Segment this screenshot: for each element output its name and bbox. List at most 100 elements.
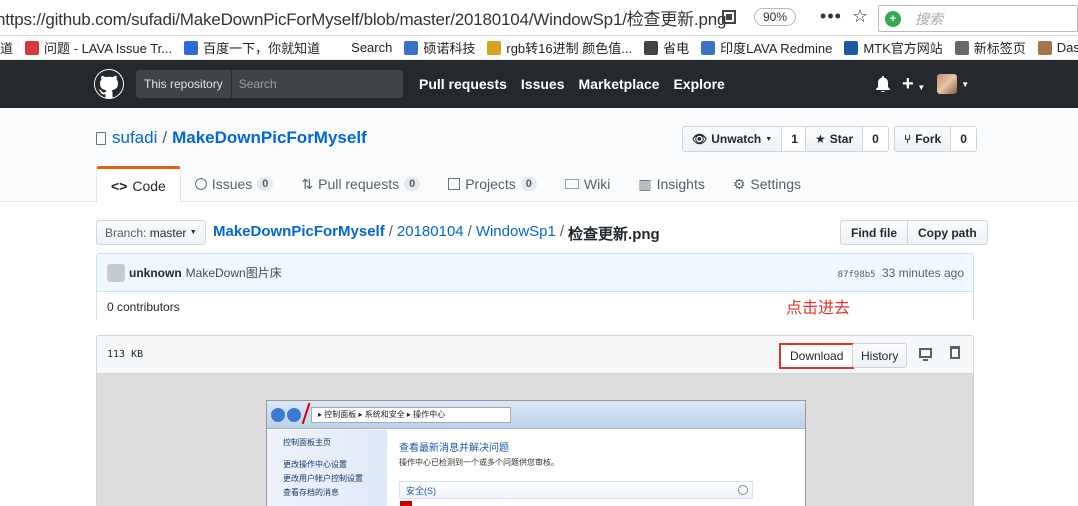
annotation-text: 点击进去 [786,300,851,317]
bookmark-favicon-icon [487,40,502,55]
star-group: ★ Star 0 [805,126,889,152]
nav-explore[interactable]: Explore [673,76,724,92]
embedded-section: 安全(S) [399,481,753,499]
pr-counter: 0 [404,177,421,191]
header-user-actions: + ▼ ▼ [876,74,969,94]
unwatch-button[interactable]: 👁 Unwatch ▼ [682,126,783,152]
repo-name-link[interactable]: MakeDownPicForMyself [172,128,367,148]
fork-button[interactable]: ⑂ Fork [894,126,952,152]
bell-icon[interactable] [876,76,890,92]
search-engine-icon: + [885,10,901,27]
github-logo-icon[interactable] [94,69,124,99]
star-count[interactable]: 0 [863,126,889,152]
bookmark-item[interactable]: 硕诺科技 [404,38,475,57]
zoom-level[interactable]: 90% [754,7,797,26]
code-icon: <> [111,177,128,194]
bookmark-item[interactable]: 印度LAVA Redmine [701,38,832,57]
bookmark-item[interactable]: rgb转16进制 颜色值... [487,38,632,57]
more-actions-icon[interactable]: ••• [820,6,842,27]
tab-settings[interactable]: ⚙ Settings [719,166,815,202]
bookmark-item[interactable]: Dashbo [1037,40,1078,55]
find-file-button[interactable]: Find file [840,220,908,245]
trash-icon[interactable] [950,346,960,359]
file-size: 113 KB [107,349,144,360]
file-header: 113 KB Download History [97,336,973,374]
star-icon: ★ [815,132,826,146]
repo-header: sufadi / MakeDownPicForMyself 👁 Unwatch ▼ … [0,108,1078,203]
bookmark-favicon-icon [644,40,659,55]
bookmark-item[interactable]: 省电 [644,38,689,57]
project-icon [448,178,461,190]
breadcrumb-folder-2[interactable]: WindowSp1 [476,223,556,244]
bookmark-favicon-icon [25,40,40,55]
repo-tabs: <> Code Issues 0 ⇅ Pull requests 0 Projects 0… [96,166,815,203]
create-new-icon[interactable]: + ▼ [902,74,925,94]
bookmark-item[interactable]: 新标签页 [954,38,1026,57]
bookmark-star-icon[interactable]: ☆ [852,6,868,27]
embedded-heading: 查看最新消息并解决问题 [399,443,509,454]
bookmark-item[interactable]: 道 [0,38,13,57]
history-button[interactable]: History [852,343,908,368]
bookmark-item[interactable]: Search [332,40,392,55]
nav-issues[interactable]: Issues [521,76,565,92]
tab-projects[interactable]: Projects 0 [434,166,551,202]
commit-message[interactable]: MakeDown图片床 [186,264,282,281]
projects-counter: 0 [520,177,537,191]
branch-selector[interactable]: Branch: master ▼ [96,220,206,245]
breadcrumb-folder-1[interactable]: 20180104 [397,223,464,244]
bookmark-item[interactable]: 百度一下，你就知道 [184,38,320,57]
tab-insights[interactable]: ▥ Insights [624,166,718,202]
bookmark-favicon-icon [844,40,859,55]
star-button[interactable]: ★ Star [805,126,864,152]
issues-counter: 0 [257,177,274,191]
commit-sha[interactable]: 87f98b5 [838,270,876,280]
qr-code-icon[interactable] [722,9,736,24]
breadcrumb-repo[interactable]: MakeDownPicForMyself [213,223,385,244]
commit-time: 33 minutes ago [881,266,964,280]
embedded-subtext: 操作中心已检测到一个或多个问题供您审核。 [399,458,559,467]
github-header: This repository Search Pull requests Iss… [0,60,1078,108]
pull-request-icon: ⇅ [301,175,314,192]
download-button[interactable]: Download [779,343,855,369]
fork-count[interactable]: 0 [951,126,977,152]
image-preview-area: ▸ 控制面板 ▸ 系统和安全 ▸ 操作中心 控制面板主页 更改操作中心设置 更改… [97,374,973,506]
scope-badge: This repository [136,70,232,98]
gear-icon: ⚙ [732,175,746,192]
book-icon [564,179,579,189]
bookmark-favicon-icon [701,40,716,55]
commit-author[interactable]: unknown [129,266,182,280]
breadcrumb-file: 检查更新.png [568,226,660,243]
fork-icon: ⑂ [904,132,912,146]
embedded-red-block [400,501,412,506]
bookmark-favicon-icon [404,40,419,55]
issue-icon [194,178,207,190]
bookmark-favicon-icon [184,40,199,55]
commit-avatar[interactable] [107,263,125,282]
tab-wiki[interactable]: Wiki [551,166,624,202]
watch-group: 👁 Unwatch ▼ 1 [682,126,808,152]
url-field[interactable]: https://github.com/sufadi/MakeDownPicFor… [0,5,726,30]
header-search[interactable]: This repository Search [136,70,403,98]
back-arrow-icon [271,407,285,422]
embedded-screenshot: ▸ 控制面板 ▸ 系统和安全 ▸ 操作中心 控制面板主页 更改操作中心设置 更改… [266,400,806,506]
file-nav-buttons: Find file Copy path [840,220,988,245]
repo-book-icon [96,131,106,145]
tab-pull-requests[interactable]: ⇅ Pull requests 0 [287,166,434,202]
tab-issues[interactable]: Issues 0 [181,166,288,202]
forward-arrow-icon [287,407,301,422]
file-viewer: 113 KB Download History ▸ 控制面板 ▸ 系统和安全 ▸… [96,335,974,506]
desktop-icon[interactable] [919,348,932,361]
tab-code[interactable]: <> Code [96,166,181,203]
nav-pull-requests[interactable]: Pull requests [419,76,507,92]
bookmark-item[interactable]: 问题 - LAVA Issue Tr... [25,38,172,57]
header-search-input[interactable]: Search [232,77,277,91]
bookmark-item[interactable]: MTK官方网站 [844,38,943,57]
repo-owner-link[interactable]: sufadi [112,128,157,148]
bookmarks-bar: 道问题 - LAVA Issue Tr... 百度一下，你就知道 Search 硕诺科… [0,36,1078,60]
url-actions: 90% ••• ☆ [722,6,868,27]
browser-search-input[interactable]: + 搜索 [878,5,1078,32]
user-menu[interactable]: ▼ [937,74,969,94]
browser-address-bar: https://github.com/sufadi/MakeDownPicFor… [0,0,1078,36]
nav-marketplace[interactable]: Marketplace [579,76,660,92]
copy-path-button[interactable]: Copy path [908,220,988,245]
